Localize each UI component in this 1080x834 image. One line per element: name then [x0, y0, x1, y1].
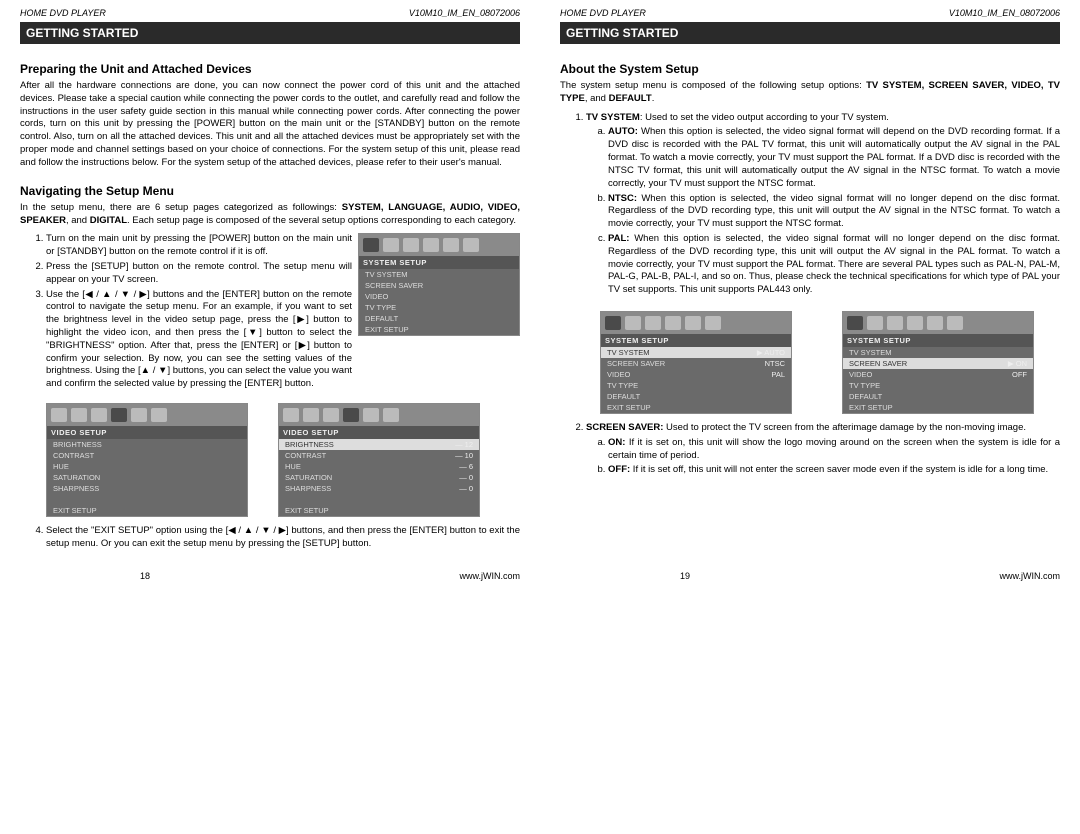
- page-right: HOME DVD PLAYER V10M10_IM_EN_08072006 GE…: [540, 0, 1080, 589]
- header-right: V10M10_IM_EN_08072006: [949, 8, 1060, 18]
- screenshot-tvsystem: SYSTEM SETUP TV SYSTEM▶ AUTO SCREEN SAVE…: [600, 311, 792, 414]
- screenshot-screensaver: SYSTEM SETUP TV SYSTEM SCREEN SAVER▶ ON …: [842, 311, 1034, 414]
- screenshot-video-setup-2: VIDEO SETUP BRIGHTNESS— 12 CONTRAST— 10 …: [278, 403, 480, 517]
- nav-steps-list-cont: Select the "EXIT SETUP" option using the…: [20, 525, 520, 553]
- tv-system-sublist: AUTO: When this option is selected, the …: [586, 126, 1060, 297]
- video-icon: [665, 316, 681, 330]
- nav-step-3: Use the [◀ / ▲ / ▼ / ▶] buttons and the …: [46, 289, 352, 392]
- speaker-icon: [927, 316, 943, 330]
- screenshot-row-system: SYSTEM SETUP TV SYSTEM▶ AUTO SCREEN SAVE…: [600, 311, 1060, 414]
- audio-icon: [323, 408, 339, 422]
- opt-tv-system: TV SYSTEM: Used to set the video output …: [586, 112, 1060, 297]
- digital-icon: [947, 316, 963, 330]
- opt-ntsc: NTSC: When this option is selected, the …: [608, 193, 1060, 231]
- opt-auto: AUTO: When this option is selected, the …: [608, 126, 1060, 190]
- digital-icon: [151, 408, 167, 422]
- video-icon: [111, 408, 127, 422]
- screensaver-sublist: ON: If it is set on, this unit will show…: [586, 437, 1060, 477]
- opt-pal: PAL: When this option is selected, the v…: [608, 233, 1060, 297]
- paragraph-preparing: After all the hardware connections are d…: [20, 80, 520, 170]
- heading-system-setup: About the System Setup: [560, 62, 1060, 76]
- audio-icon: [403, 238, 419, 252]
- lang-icon: [625, 316, 641, 330]
- digital-icon: [705, 316, 721, 330]
- paragraph-system-setup: The system setup menu is composed of the…: [560, 80, 1060, 106]
- page-footer: 18 www.jWIN.com: [20, 557, 520, 581]
- tv-icon: [51, 408, 67, 422]
- lang-icon: [867, 316, 883, 330]
- speaker-icon: [363, 408, 379, 422]
- menu-title: VIDEO SETUP: [279, 426, 479, 439]
- video-icon: [423, 238, 439, 252]
- page-header: HOME DVD PLAYER V10M10_IM_EN_08072006: [560, 8, 1060, 18]
- menu-title: VIDEO SETUP: [47, 426, 247, 439]
- paragraph-navigating: In the setup menu, there are 6 setup pag…: [20, 202, 520, 228]
- video-icon: [907, 316, 923, 330]
- tv-icon: [605, 316, 621, 330]
- page-left: HOME DVD PLAYER V10M10_IM_EN_08072006 GE…: [0, 0, 540, 589]
- heading-navigating: Navigating the Setup Menu: [20, 184, 520, 198]
- page-header: HOME DVD PLAYER V10M10_IM_EN_08072006: [20, 8, 520, 18]
- lang-icon: [71, 408, 87, 422]
- menu-title: SYSTEM SETUP: [843, 334, 1033, 347]
- screenshot-video-setup-1: VIDEO SETUP BRIGHTNESS CONTRAST HUE SATU…: [46, 403, 248, 517]
- nav-step-2: Press the [SETUP] button on the remote c…: [46, 261, 352, 287]
- screenshot-row-video: VIDEO SETUP BRIGHTNESS CONTRAST HUE SATU…: [46, 403, 520, 517]
- section-band: GETTING STARTED: [20, 22, 520, 44]
- menu-title: SYSTEM SETUP: [601, 334, 791, 347]
- system-options-list: TV SYSTEM: Used to set the video output …: [560, 112, 1060, 301]
- digital-icon: [463, 238, 479, 252]
- system-options-list-cont: SCREEN SAVER: Used to protect the TV scr…: [560, 422, 1060, 481]
- page-number: 19: [560, 571, 810, 581]
- tv-icon: [363, 238, 379, 252]
- header-left: HOME DVD PLAYER: [20, 8, 106, 18]
- opt-ss-off: OFF: If it is set off, this unit will no…: [608, 464, 1060, 477]
- opt-ss-on: ON: If it is set on, this unit will show…: [608, 437, 1060, 463]
- nav-steps-list: Turn on the main unit by pressing the [P…: [20, 233, 352, 393]
- nav-step-4: Select the "EXIT SETUP" option using the…: [46, 525, 520, 551]
- audio-icon: [887, 316, 903, 330]
- opt-screensaver: SCREEN SAVER: Used to protect the TV scr…: [586, 422, 1060, 477]
- tv-icon: [847, 316, 863, 330]
- lang-icon: [303, 408, 319, 422]
- footer-site: www.jWIN.com: [810, 571, 1060, 581]
- digital-icon: [383, 408, 399, 422]
- page-footer: 19 www.jWIN.com: [560, 557, 1060, 581]
- speaker-icon: [131, 408, 147, 422]
- heading-preparing: Preparing the Unit and Attached Devices: [20, 62, 520, 76]
- video-icon: [343, 408, 359, 422]
- header-left: HOME DVD PLAYER: [560, 8, 646, 18]
- footer-site: www.jWIN.com: [270, 571, 520, 581]
- screenshot-system-setup: SYSTEM SETUP TV SYSTEM SCREEN SAVER VIDE…: [358, 233, 520, 336]
- speaker-icon: [685, 316, 701, 330]
- section-band: GETTING STARTED: [560, 22, 1060, 44]
- audio-icon: [91, 408, 107, 422]
- speaker-icon: [443, 238, 459, 252]
- audio-icon: [645, 316, 661, 330]
- header-right: V10M10_IM_EN_08072006: [409, 8, 520, 18]
- tv-icon: [283, 408, 299, 422]
- menu-title: SYSTEM SETUP: [359, 256, 519, 269]
- lang-icon: [383, 238, 399, 252]
- page-number: 18: [20, 571, 270, 581]
- nav-step-1: Turn on the main unit by pressing the [P…: [46, 233, 352, 259]
